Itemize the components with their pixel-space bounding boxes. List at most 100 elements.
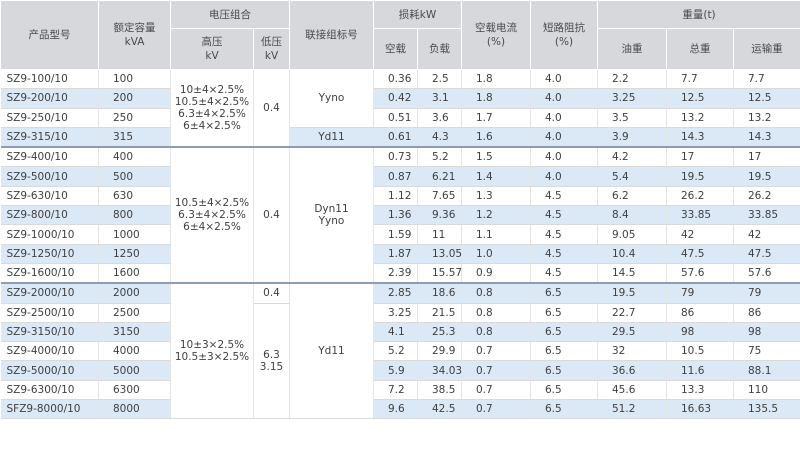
no-load-loss-cell: 1.87 bbox=[373, 244, 418, 264]
transport-weight-cell: 86 bbox=[733, 303, 800, 323]
no-load-loss-cell: 0.73 bbox=[373, 146, 418, 168]
model-cell: SZ9-1250/10 bbox=[0, 244, 99, 264]
load-loss-cell: 7.65 bbox=[417, 186, 462, 207]
oil-weight-cell: 5.4 bbox=[597, 166, 667, 187]
table-row: SZ9-2500/10 2500 6.3 3.15 3.25 21.5 0.8 … bbox=[0, 303, 800, 420]
no-load-loss-cell: 0.61 bbox=[373, 127, 418, 148]
table-header: 产品型号 额定容量 kVA 电压组合 联接组标号 损耗kW 空载电流 (%) 短路阻… bbox=[0, 0, 800, 70]
table-row: SZ9-6300/10 6300 7.2 38.5 0.7 6.5 45.6 1… bbox=[0, 380, 800, 401]
hv-group-1: 10±4×2.5% 10.5±4×2.5% 6.3±4×2.5% 6±4×2.5… bbox=[170, 69, 254, 148]
capacity-cell: 8000 bbox=[98, 399, 171, 420]
header-transport: 运输重 bbox=[733, 28, 800, 70]
oil-weight-cell: 51.2 bbox=[597, 399, 667, 420]
model-cell: SZ9-2000/10 bbox=[0, 282, 99, 304]
transport-weight-cell: 17 bbox=[733, 146, 800, 168]
transport-weight-cell: 88.1 bbox=[733, 360, 800, 381]
model-cell: SZ9-250/10 bbox=[0, 108, 99, 128]
no-load-loss-cell: 5.2 bbox=[373, 341, 418, 362]
no-load-current-cell: 1.0 bbox=[461, 244, 531, 264]
no-load-loss-cell: 0.87 bbox=[373, 166, 418, 187]
oil-weight-cell: 3.5 bbox=[597, 108, 667, 128]
no-load-current-cell: 1.2 bbox=[461, 205, 531, 226]
header-connection: 联接组标号 bbox=[289, 0, 374, 70]
impedance-cell: 4.5 bbox=[530, 205, 598, 226]
no-load-loss-cell: 5.9 bbox=[373, 360, 418, 381]
oil-weight-cell: 22.7 bbox=[597, 303, 667, 323]
capacity-cell: 6300 bbox=[98, 380, 171, 401]
load-loss-cell: 3.1 bbox=[417, 88, 462, 109]
transport-weight-cell: 75 bbox=[733, 341, 800, 362]
header-oil: 油重 bbox=[597, 28, 667, 70]
capacity-cell: 1250 bbox=[98, 244, 171, 264]
total-weight-cell: 10.5 bbox=[666, 341, 734, 362]
capacity-cell: 800 bbox=[98, 205, 171, 226]
total-weight-cell: 79 bbox=[666, 282, 734, 304]
connection-yd11: Yd11 bbox=[289, 127, 374, 148]
no-load-loss-cell: 9.6 bbox=[373, 399, 418, 420]
oil-weight-cell: 2.2 bbox=[597, 69, 667, 90]
header-total: 总重 bbox=[666, 28, 734, 70]
model-cell: SZ9-5000/10 bbox=[0, 360, 99, 381]
no-load-loss-cell: 0.51 bbox=[373, 108, 418, 128]
oil-weight-cell: 3.25 bbox=[597, 88, 667, 109]
no-load-loss-cell: 3.25 bbox=[373, 303, 418, 323]
table-row: SZ9-100/10 100 10±4×2.5% 10.5±4×2.5% 6.3… bbox=[0, 69, 800, 148]
impedance-cell: 4.0 bbox=[530, 127, 598, 148]
lv-group-2: 0.4 bbox=[253, 146, 290, 284]
load-loss-cell: 15.57 bbox=[417, 263, 462, 284]
table-row: SZ9-250/10 250 0.51 3.6 1.7 4.0 3.5 13.2… bbox=[0, 108, 800, 128]
header-voltage-group: 电压组合 bbox=[170, 0, 290, 29]
total-weight-cell: 16.63 bbox=[666, 399, 734, 420]
no-load-current-cell: 1.5 bbox=[461, 146, 531, 168]
no-load-current-cell: 0.8 bbox=[461, 322, 531, 343]
impedance-cell: 6.5 bbox=[530, 341, 598, 362]
table-row: SZ9-2000/10 2000 10±3×2.5% 10.5±3×2.5% 0… bbox=[0, 282, 800, 420]
capacity-cell: 315 bbox=[98, 127, 171, 148]
header-hv: 高压 kV bbox=[170, 28, 254, 70]
impedance-cell: 6.5 bbox=[530, 303, 598, 323]
oil-weight-cell: 3.9 bbox=[597, 127, 667, 148]
oil-weight-cell: 6.2 bbox=[597, 186, 667, 207]
total-weight-cell: 13.2 bbox=[666, 108, 734, 128]
no-load-loss-cell: 7.2 bbox=[373, 380, 418, 401]
model-cell: SZ9-6300/10 bbox=[0, 380, 99, 401]
capacity-cell: 4000 bbox=[98, 341, 171, 362]
header-load: 负载 bbox=[417, 28, 462, 70]
oil-weight-cell: 14.5 bbox=[597, 263, 667, 284]
total-weight-cell: 14.3 bbox=[666, 127, 734, 148]
load-loss-cell: 2.5 bbox=[417, 69, 462, 90]
impedance-cell: 4.0 bbox=[530, 146, 598, 168]
capacity-cell: 630 bbox=[98, 186, 171, 207]
impedance-cell: 4.5 bbox=[530, 186, 598, 207]
table-row: SZ9-1600/10 1600 2.39 15.57 0.9 4.5 14.5… bbox=[0, 263, 800, 284]
header-no-load: 空载 bbox=[373, 28, 418, 70]
model-cell: SZ9-100/10 bbox=[0, 69, 99, 90]
load-loss-cell: 6.21 bbox=[417, 166, 462, 187]
no-load-loss-cell: 2.39 bbox=[373, 263, 418, 284]
total-weight-cell: 98 bbox=[666, 322, 734, 343]
table-row: SZ9-400/10 400 10.5±4×2.5% 6.3±4×2.5% 6±… bbox=[0, 146, 800, 284]
no-load-current-cell: 0.8 bbox=[461, 303, 531, 323]
transport-weight-cell: 47.5 bbox=[733, 244, 800, 264]
capacity-cell: 200 bbox=[98, 88, 171, 109]
no-load-current-cell: 1.3 bbox=[461, 186, 531, 207]
no-load-current-cell: 0.7 bbox=[461, 360, 531, 381]
total-weight-cell: 17 bbox=[666, 146, 734, 168]
no-load-loss-cell: 0.42 bbox=[373, 88, 418, 109]
capacity-cell: 100 bbox=[98, 69, 171, 90]
impedance-cell: 4.5 bbox=[530, 224, 598, 245]
no-load-loss-cell: 1.12 bbox=[373, 186, 418, 207]
model-cell: SZ9-800/10 bbox=[0, 205, 99, 226]
table-row: SZ9-1000/10 1000 1.59 11 1.1 4.5 9.05 42… bbox=[0, 224, 800, 245]
transport-weight-cell: 13.2 bbox=[733, 108, 800, 128]
load-loss-cell: 21.5 bbox=[417, 303, 462, 323]
oil-weight-cell: 29.5 bbox=[597, 322, 667, 343]
table-row: SZ9-4000/10 4000 5.2 29.9 0.7 6.5 32 10.… bbox=[0, 341, 800, 362]
impedance-cell: 6.5 bbox=[530, 282, 598, 304]
transport-weight-cell: 110 bbox=[733, 380, 800, 401]
transport-weight-cell: 42 bbox=[733, 224, 800, 245]
no-load-loss-cell: 1.59 bbox=[373, 224, 418, 245]
table-row: SZ9-200/10 200 0.42 3.1 1.8 4.0 3.25 12.… bbox=[0, 88, 800, 109]
oil-weight-cell: 45.6 bbox=[597, 380, 667, 401]
table-body: SZ9-100/10 100 10±4×2.5% 10.5±4×2.5% 6.3… bbox=[0, 69, 800, 420]
